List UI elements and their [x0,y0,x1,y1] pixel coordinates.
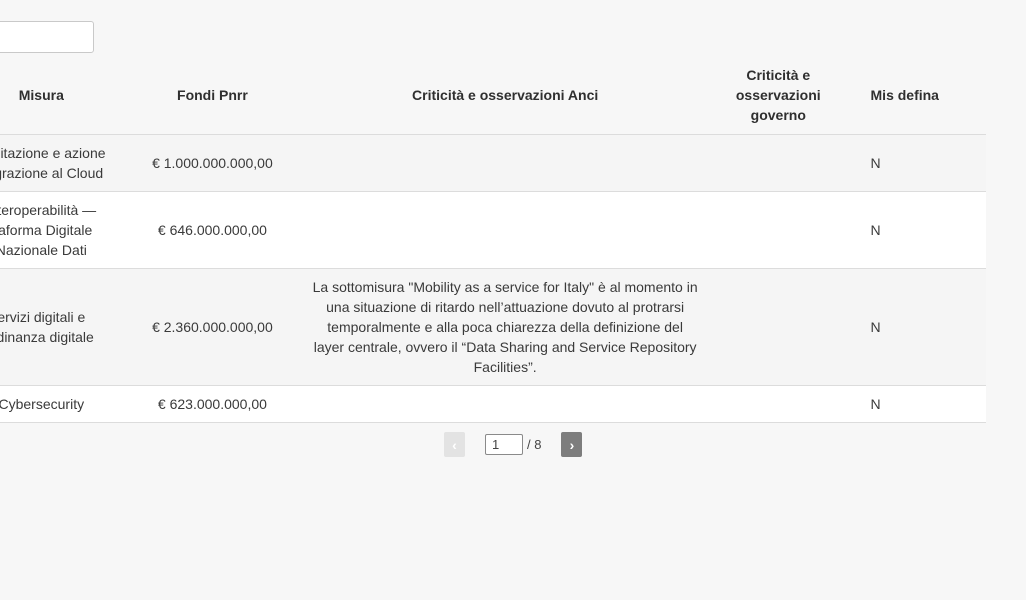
cell-anci [302,134,709,192]
cell-misura: interoperabilità — ttaforma Digitale Naz… [0,191,123,269]
cell-definizione: N [848,134,986,192]
cell-fondi: € 1.000.000.000,00 [122,134,303,192]
cell-fondi: € 2.360.000.000,00 [122,268,303,386]
column-header-fondi[interactable]: Fondi Pnrr [122,55,303,135]
column-header-misura[interactable]: Misura [0,55,123,135]
cell-anci [302,385,709,423]
page-number-input[interactable]: 1 [485,434,523,455]
table-row: Cybersecurity € 623.000.000,00 N [0,385,986,423]
cell-definizione: N [848,268,986,386]
data-table: Misura Fondi Pnrr Criticità e osservazio… [0,55,986,423]
cell-governo [708,191,849,269]
cell-fondi: € 646.000.000,00 [122,191,303,269]
cell-anci [302,191,709,269]
cell-governo [708,385,849,423]
cell-definizione: N [848,385,986,423]
table-row: Abilitazione e azione migrazione al Clou… [0,134,986,192]
cell-definizione: N [848,191,986,269]
cell-misura: Abilitazione e azione migrazione al Clou… [0,134,123,192]
data-table-container: Misura Fondi Pnrr Criticità e osservazio… [0,55,1026,423]
column-header-definizione[interactable]: Mis defina [848,55,986,135]
search-input[interactable] [0,21,94,53]
chevron-left-icon: ‹ [452,436,457,453]
previous-page-button[interactable]: ‹ [444,432,465,457]
table-row: interoperabilità — ttaforma Digitale Naz… [0,191,986,269]
chevron-right-icon: › [569,436,575,453]
column-header-governo[interactable]: Criticità e osservazioni governo [708,55,849,135]
cell-governo [708,134,849,192]
cell-misura: ervizi digitali e adinanza digitale [0,268,123,386]
cell-anci: La sottomisura "Mobility as a service fo… [302,268,709,386]
pagination: ‹ 1 / 8 › [444,432,583,457]
page-total-label: / 8 [527,437,542,452]
cell-governo [708,268,849,386]
cell-misura: Cybersecurity [0,385,123,423]
column-header-anci[interactable]: Criticità e osservazioni Anci [302,55,709,135]
table-header-row: Misura Fondi Pnrr Criticità e osservazio… [0,55,986,135]
page-number-value: 1 [492,437,500,452]
table-row: ervizi digitali e adinanza digitale € 2.… [0,268,986,386]
next-page-button[interactable]: › [561,432,583,457]
cell-fondi: € 623.000.000,00 [122,385,303,423]
